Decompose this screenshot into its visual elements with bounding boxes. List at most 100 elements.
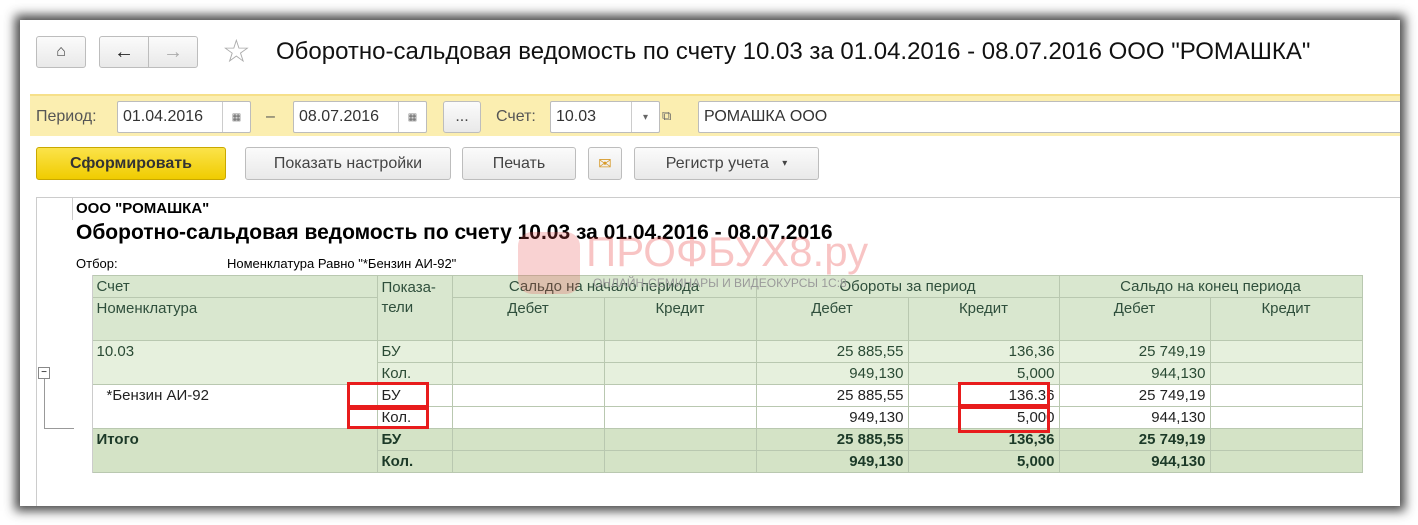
header-debit: Дебет <box>1058 297 1211 341</box>
period-label: Период: <box>36 108 97 125</box>
value-cell <box>1209 428 1363 451</box>
calendar-icon[interactable]: ▦ <box>398 102 426 132</box>
tree-cell <box>56 428 93 473</box>
date-to-input[interactable]: 08.07.2016 ▦ <box>293 101 427 133</box>
value-cell: 25 749,19 <box>1058 384 1211 407</box>
value-cell: 25 885,55 <box>755 340 909 363</box>
highlight-box <box>347 382 429 408</box>
dropdown-icon: ▾ <box>782 158 788 169</box>
value-cell <box>451 450 605 473</box>
value-cell: 949,130 <box>755 406 909 429</box>
header-credit: Кредит <box>1209 297 1363 341</box>
row-name: 10.03 <box>91 340 378 385</box>
header-debit: Дебет <box>755 297 909 341</box>
value-cell <box>603 406 757 429</box>
star-icon[interactable]: ☆ <box>222 32 251 70</box>
register-button[interactable]: Регистр учета ▾ <box>634 147 819 180</box>
header-debit: Дебет <box>451 297 605 341</box>
value-cell <box>451 362 605 385</box>
filter-value: Номенклатура Равно "*Бензин АИ-92" <box>227 256 457 271</box>
value-cell <box>1209 384 1363 407</box>
home-button[interactable]: ⌂ <box>36 36 86 68</box>
value-cell: 25 749,19 <box>1058 340 1211 363</box>
header-item: Номенклатура <box>91 297 378 341</box>
date-to-value: 08.07.2016 <box>299 108 380 125</box>
highlight-box <box>958 406 1050 433</box>
indicator-cell: БУ <box>376 428 453 451</box>
value-cell: 25 749,19 <box>1058 428 1211 451</box>
table-row: *Бензин АИ-92 БУ 25 885,55 136.36 25 749,19 <box>56 384 1363 429</box>
value-cell: 944,130 <box>1058 406 1211 429</box>
forward-button[interactable]: → <box>148 36 198 68</box>
value-cell: 25 885,55 <box>755 428 909 451</box>
value-cell <box>451 340 605 363</box>
dash: – <box>266 108 275 125</box>
report-heading: Оборотно-сальдовая ведомость по счету 10… <box>76 221 833 244</box>
email-button[interactable]: ✉ <box>588 147 622 180</box>
report-window: ⌂ ← → ☆ Оборотно-сальдовая ведомость по … <box>20 20 1400 506</box>
date-from-input[interactable]: 01.04.2016 ▦ <box>117 101 251 133</box>
open-icon[interactable]: ⧉ <box>662 108 671 124</box>
header-credit: Кредит <box>907 297 1060 341</box>
dropdown-icon[interactable]: ▾ <box>631 102 659 132</box>
generate-button[interactable]: Сформировать <box>36 147 226 180</box>
date-from-value: 01.04.2016 <box>123 108 204 125</box>
home-icon: ⌂ <box>56 43 66 60</box>
account-input[interactable]: 10.03 ▾ <box>550 101 660 133</box>
value-cell <box>603 362 757 385</box>
report-table: Счет Показа- тели Сальдо на начало перио… <box>56 275 1363 473</box>
header-turnover: Обороты за период <box>755 275 1060 298</box>
tree-cell <box>56 340 93 385</box>
value-cell <box>1209 362 1363 385</box>
back-button[interactable]: ← <box>99 36 149 68</box>
value-cell <box>603 450 757 473</box>
report-org: ООО "РОМАШКА" <box>76 200 210 217</box>
header-credit: Кредит <box>603 297 757 341</box>
organization-value: РОМАШКА ООО <box>704 108 828 125</box>
value-cell: 136,36 <box>907 340 1060 363</box>
value-cell: 949,130 <box>755 362 909 385</box>
account-value: 10.03 <box>556 108 597 125</box>
value-cell: 949,130 <box>755 450 909 473</box>
value-cell <box>1209 406 1363 429</box>
value-cell <box>451 384 605 407</box>
print-button[interactable]: Печать <box>462 147 576 180</box>
value-cell <box>451 406 605 429</box>
account-label: Счет: <box>496 108 536 125</box>
indicator-cell: Кол. <box>376 450 453 473</box>
value-cell <box>603 384 757 407</box>
window-title: Оборотно-сальдовая ведомость по счету 10… <box>276 38 1311 65</box>
value-cell <box>1209 450 1363 473</box>
header-opening: Сальдо на начало периода <box>451 275 757 298</box>
filter-bar: Период: 01.04.2016 ▦ – 08.07.2016 ▦ ... Сч… <box>30 94 1400 136</box>
highlight-box <box>958 382 1050 407</box>
arrow-left-icon: ← <box>114 40 134 63</box>
value-cell: 944,130 <box>1058 362 1211 385</box>
highlight-box <box>347 407 429 429</box>
value-cell <box>603 428 757 451</box>
tree-line <box>44 379 74 429</box>
header-indicators: Показа- тели <box>376 275 453 341</box>
filter-label: Отбор: <box>76 256 118 271</box>
period-select-button[interactable]: ... <box>443 101 481 133</box>
value-cell <box>1209 340 1363 363</box>
value-cell: 944,130 <box>1058 450 1211 473</box>
arrow-right-icon: → <box>163 40 183 63</box>
indicator-cell: БУ <box>376 340 453 363</box>
organization-input[interactable]: РОМАШКА ООО <box>698 101 1400 133</box>
value-cell: 25 885,55 <box>755 384 909 407</box>
collapse-toggle[interactable]: − <box>38 367 50 379</box>
calendar-icon[interactable]: ▦ <box>222 102 250 132</box>
envelope-icon: ✉ <box>598 155 612 173</box>
row-name: *Бензин АИ-92 <box>91 384 378 429</box>
header-account: Счет <box>91 275 378 298</box>
show-settings-button[interactable]: Показать настройки <box>245 147 451 180</box>
table-row: 10.03 БУ 25 885,55 136,36 25 749,19 <box>56 340 1363 385</box>
value-cell <box>603 340 757 363</box>
header-closing: Сальдо на конец периода <box>1058 275 1363 298</box>
row-name: Итого <box>91 428 378 473</box>
value-cell: 5,000 <box>907 450 1060 473</box>
value-cell <box>451 428 605 451</box>
table-row: Итого БУ 25 885,55 136,36 25 749,19 <box>56 428 1363 473</box>
register-label: Регистр учета <box>665 154 769 172</box>
